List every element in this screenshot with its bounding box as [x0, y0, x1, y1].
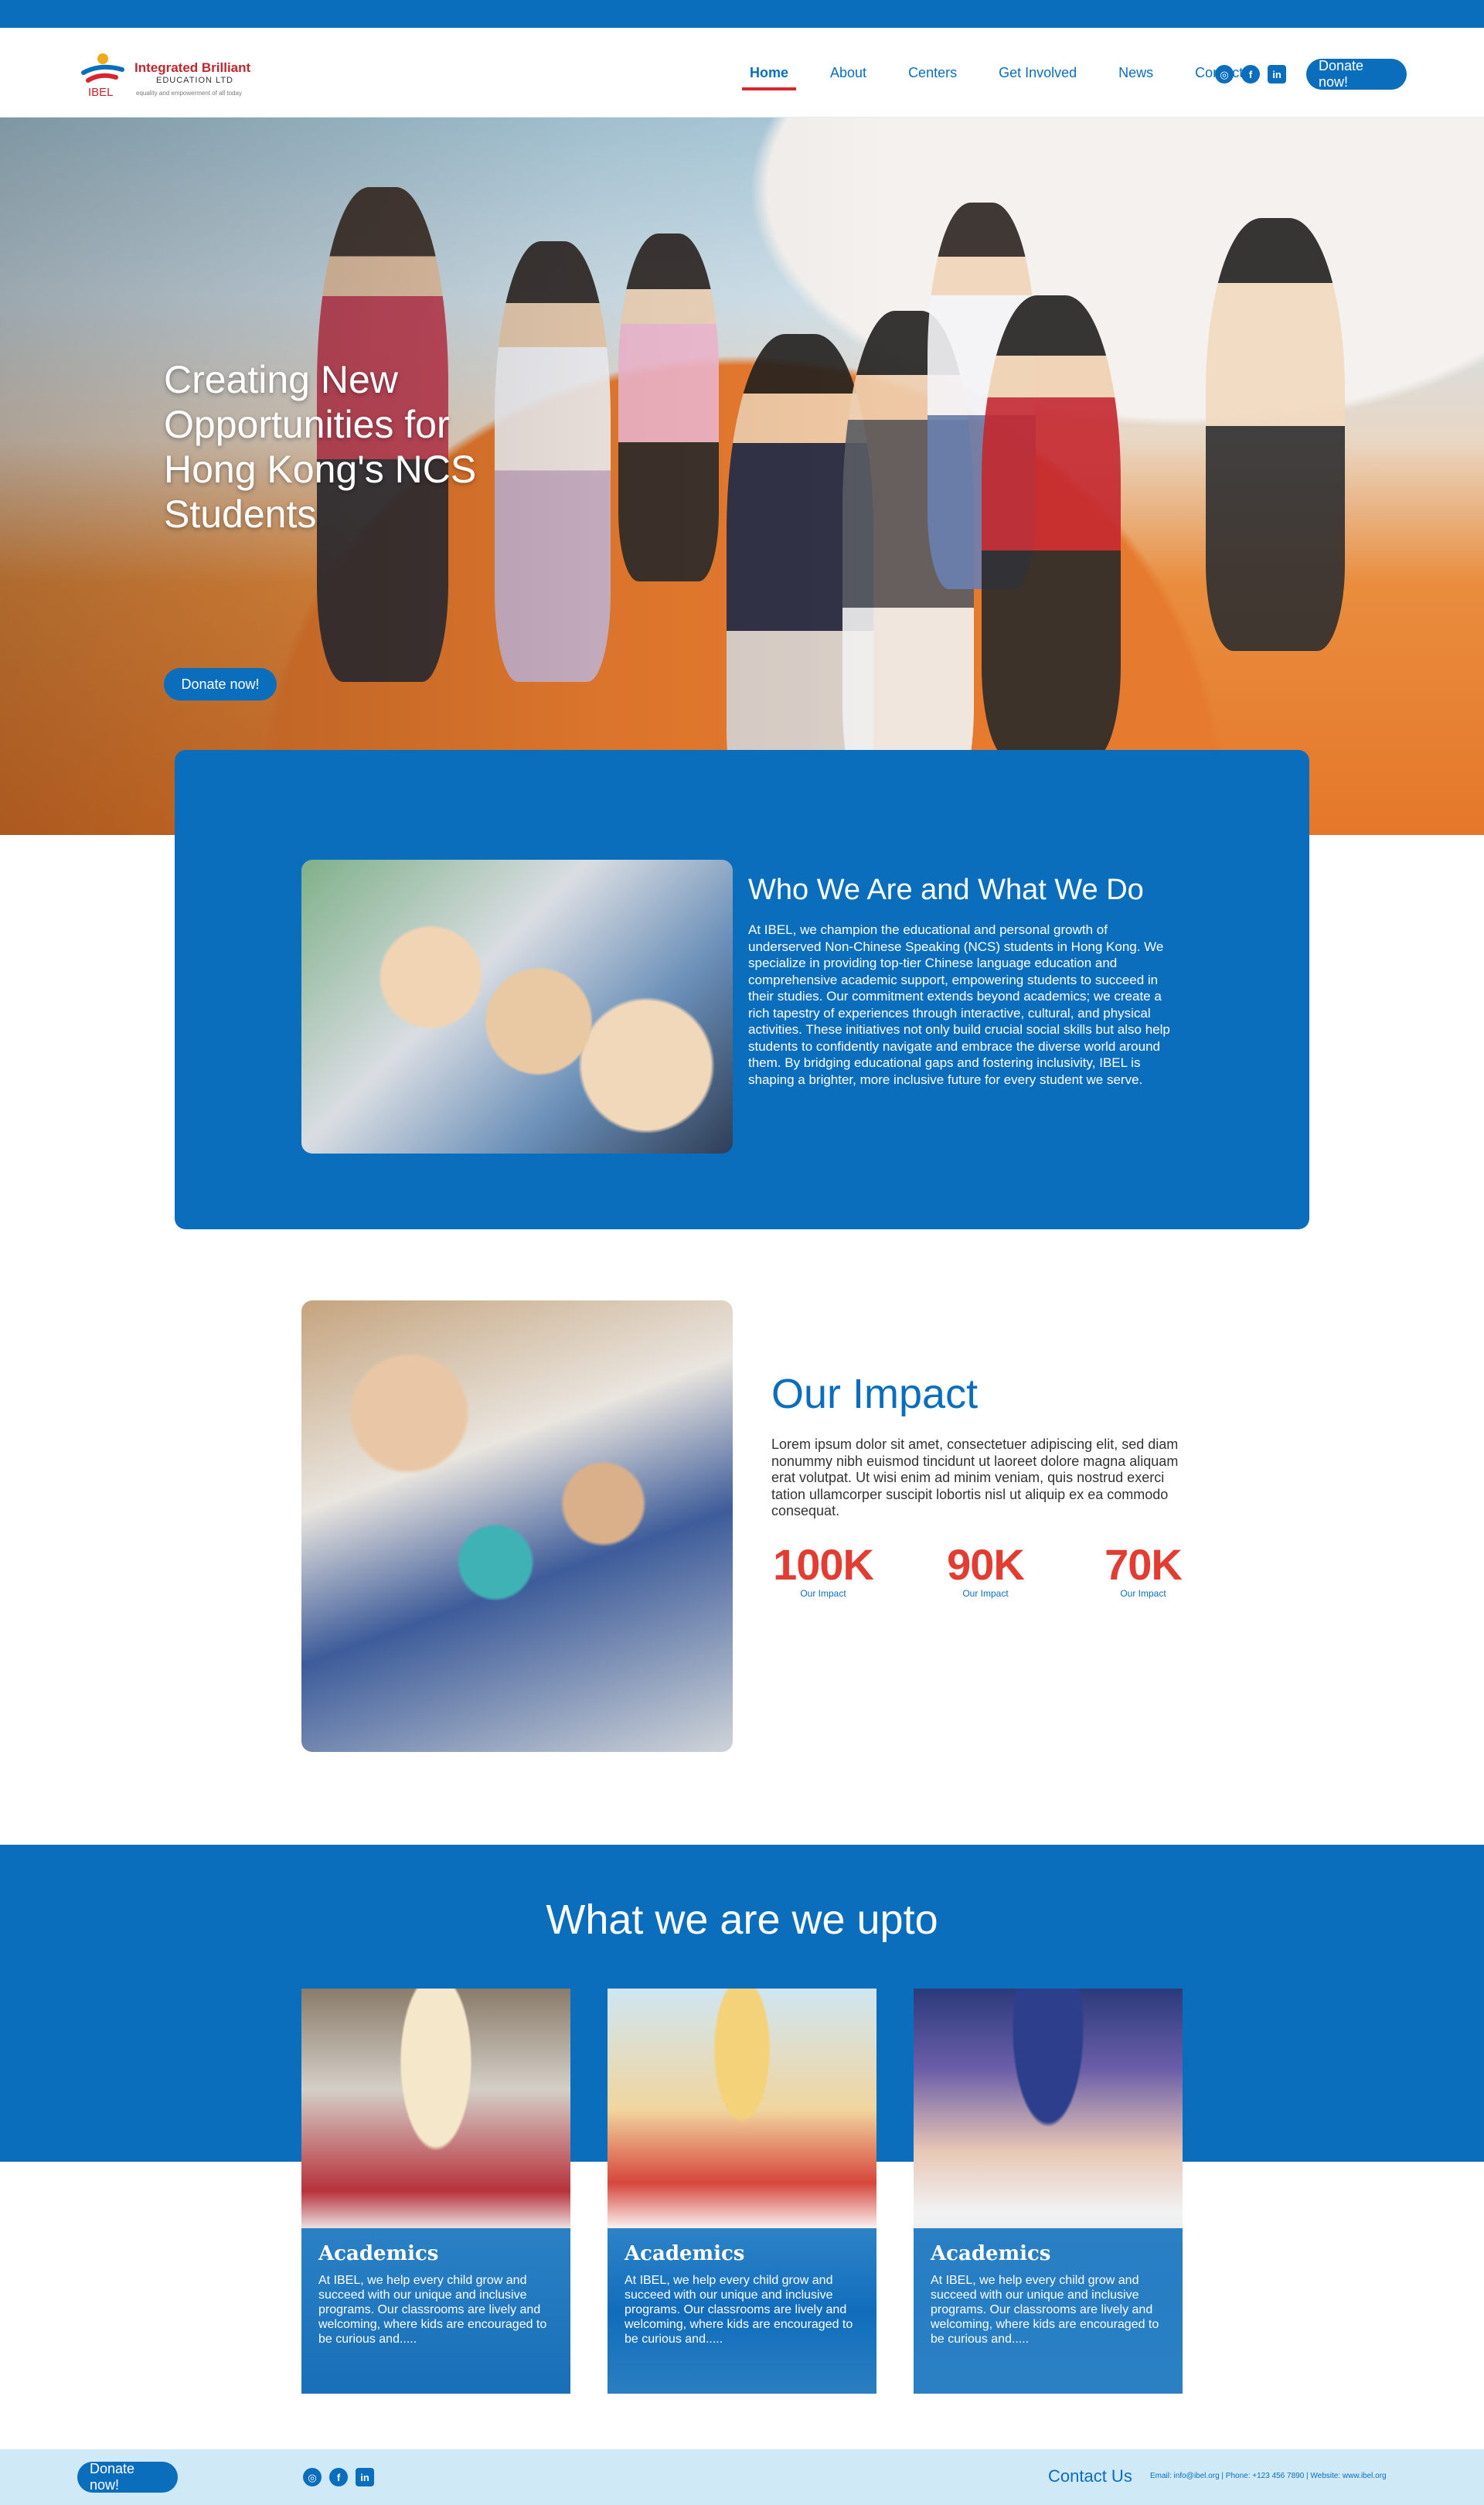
who-we-are-text: At IBEL, we champion the educational and…	[748, 922, 1170, 1087]
nav-get-involved[interactable]: Get Involved	[991, 59, 1084, 87]
linkedin-icon[interactable]: in	[1268, 65, 1286, 84]
impact-text: Lorem ipsum dolor sit amet, consectetuer…	[771, 1437, 1179, 1518]
who-we-are-title: Who We Are and What We Do	[748, 874, 1144, 906]
facebook-icon[interactable]: f	[1241, 65, 1260, 84]
facebook-icon[interactable]: f	[329, 2468, 348, 2486]
activity-card[interactable]: Academics At IBEL, we help every child g…	[301, 1989, 570, 2394]
footer-contact-info: Email: info@ibel.org | Phone: +123 456 7…	[1150, 2472, 1387, 2480]
nav-home[interactable]: Home	[742, 59, 797, 90]
impact-stat: 100K Our Impact	[757, 1540, 889, 1600]
activity-card-text: At IBEL, we help every child grow and su…	[931, 2274, 1159, 2346]
nav-about[interactable]: About	[822, 59, 874, 87]
activity-card-title: Academics	[931, 2242, 1051, 2265]
impact-photo	[301, 1300, 733, 1752]
activity-card[interactable]: Academics At IBEL, we help every child g…	[914, 1989, 1183, 2394]
upto-title: What we are we upto	[546, 1897, 938, 1943]
impact-title: Our Impact	[771, 1371, 979, 1417]
top-strip	[0, 0, 1484, 28]
impact-stat-value: 100K	[773, 1540, 874, 1589]
who-we-are-section: Who We Are and What We Do At IBEL, we ch…	[175, 750, 1309, 1229]
instagram-icon[interactable]: ◎	[303, 2468, 322, 2486]
footer-socials: ◎ f in	[303, 2468, 374, 2486]
who-we-are-photo	[301, 860, 733, 1154]
footer-donate-button[interactable]: Donate now!	[77, 2461, 178, 2493]
impact-stat-label: Our Impact	[800, 1588, 846, 1599]
nav-news[interactable]: News	[1111, 59, 1161, 87]
site-header: IBEL Integrated Brilliant EDUCATION LTD …	[0, 28, 1484, 118]
header-donate-button[interactable]: Donate now!	[1306, 58, 1407, 90]
logo-mark-icon: IBEL	[81, 53, 124, 99]
linkedin-icon[interactable]: in	[356, 2468, 374, 2486]
activity-card-caption: Academics At IBEL, we help every child g…	[914, 2228, 1183, 2394]
logo[interactable]: IBEL Integrated Brilliant EDUCATION LTD …	[77, 42, 255, 104]
logo-name-line1: Integrated Brilliant	[134, 60, 251, 75]
impact-stat-label: Our Impact	[1120, 1588, 1166, 1599]
site-footer: Donate now! ◎ f in Contact Us Email: inf…	[0, 2449, 1484, 2505]
activity-card[interactable]: Academics At IBEL, we help every child g…	[608, 1989, 876, 2394]
header-socials: ◎ f in	[1215, 65, 1286, 84]
impact-stat: 90K Our Impact	[920, 1540, 1051, 1600]
logo-name-line2: EDUCATION LTD	[156, 76, 233, 85]
activity-card-text: At IBEL, we help every child grow and su…	[318, 2274, 547, 2346]
logo-badge: IBEL	[88, 86, 114, 99]
activity-card-caption: Academics At IBEL, we help every child g…	[608, 2228, 876, 2394]
nav-centers[interactable]: Centers	[900, 59, 965, 87]
activity-card-caption: Academics At IBEL, we help every child g…	[301, 2228, 570, 2394]
hero-title: Creating New Opportunities for Hong Kong…	[164, 358, 477, 536]
logo-tagline: equality and empowerment of all today	[136, 90, 242, 97]
activity-card-title: Academics	[625, 2242, 745, 2265]
instagram-icon[interactable]: ◎	[1215, 65, 1234, 84]
impact-stat-value: 90K	[947, 1540, 1025, 1589]
impact-stat: 70K Our Impact	[1077, 1540, 1209, 1600]
hero-donate-button[interactable]: Donate now!	[164, 668, 277, 700]
activity-card-text: At IBEL, we help every child grow and su…	[625, 2274, 853, 2346]
impact-stat-label: Our Impact	[962, 1588, 1009, 1599]
impact-stat-value: 70K	[1104, 1540, 1183, 1589]
activity-card-title: Academics	[318, 2242, 439, 2265]
hero-banner: Creating New Opportunities for Hong Kong…	[0, 118, 1484, 835]
main-nav: Home About Centers Get Involved News Con…	[742, 57, 1277, 90]
footer-contact-title: Contact Us	[1048, 2466, 1132, 2486]
